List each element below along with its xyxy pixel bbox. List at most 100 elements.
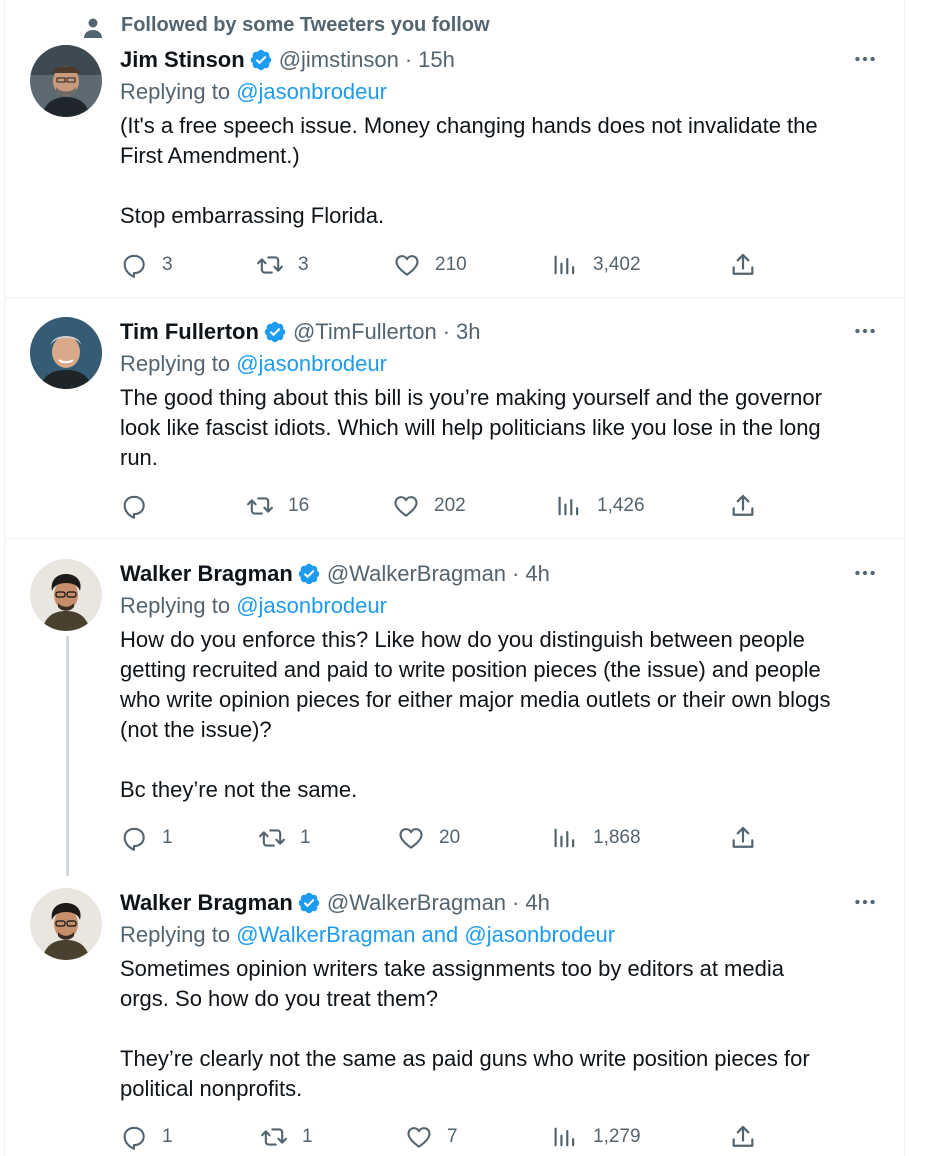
- like-count: 20: [439, 827, 461, 848]
- display-name[interactable]: Walker Bragman: [120, 561, 293, 587]
- share-button[interactable]: [729, 491, 757, 521]
- separator-dot: ·: [512, 561, 520, 586]
- share-icon: [729, 1123, 757, 1151]
- replying-to-link[interactable]: @jasonbrodeur: [236, 593, 387, 618]
- views-button[interactable]: 1,868: [551, 823, 641, 853]
- tweet-text: Sometimes opinion writers take assignmen…: [120, 956, 810, 1101]
- reply-button[interactable]: 3: [120, 250, 173, 280]
- verified-badge-icon: [263, 320, 287, 344]
- handle[interactable]: @jimstinson: [279, 47, 399, 73]
- views-button[interactable]: 1,279: [551, 1122, 641, 1152]
- verified-badge-icon: [249, 48, 273, 72]
- replying-to: Replying to @jasonbrodeur: [120, 351, 387, 377]
- verified-badge-icon: [297, 562, 321, 586]
- retweet-icon: [246, 492, 274, 520]
- reply-button[interactable]: 1: [120, 1122, 173, 1152]
- share-button[interactable]: [729, 1122, 757, 1152]
- handle[interactable]: @TimFullerton: [293, 319, 437, 345]
- avatar[interactable]: [30, 317, 102, 389]
- views-icon: [551, 1123, 579, 1151]
- tweet-header: Jim Stinson @jimstinson · 15h: [120, 45, 455, 75]
- replying-to-link[interactable]: @WalkerBragman and @jasonbrodeur: [236, 922, 615, 947]
- retweet-button[interactable]: 1: [260, 1122, 313, 1152]
- timestamp[interactable]: 4h: [525, 561, 549, 587]
- reply-icon: [120, 1123, 148, 1151]
- like-count: 210: [435, 254, 467, 275]
- tweet[interactable]: Walker Bragman @WalkerBragman · 4h Reply…: [5, 869, 904, 1156]
- share-icon: [729, 251, 757, 279]
- views-button[interactable]: 1,426: [555, 491, 645, 521]
- retweet-icon: [260, 1123, 288, 1151]
- person-icon: [84, 18, 102, 38]
- timestamp[interactable]: 3h: [456, 319, 480, 345]
- social-context-text: Followed by some Tweeters you follow: [121, 14, 490, 36]
- avatar[interactable]: [30, 45, 102, 117]
- like-icon: [397, 824, 425, 852]
- tweet-text: How do you enforce this? Like how do you…: [120, 627, 831, 802]
- views-button[interactable]: 3,402: [551, 250, 641, 280]
- reply-icon: [120, 251, 148, 279]
- reply-count: 3: [162, 254, 173, 275]
- replying-prefix: Replying to: [120, 922, 231, 947]
- views-icon: [555, 492, 583, 520]
- avatar[interactable]: [30, 888, 102, 960]
- display-name[interactable]: Jim Stinson: [120, 47, 245, 73]
- reply-button[interactable]: [120, 491, 162, 521]
- more-icon[interactable]: [852, 889, 878, 915]
- reply-button[interactable]: 1: [120, 823, 173, 853]
- replying-prefix: Replying to: [120, 593, 231, 618]
- more-icon[interactable]: [852, 560, 878, 586]
- more-icon[interactable]: [852, 318, 878, 344]
- timestamp[interactable]: 4h: [525, 890, 549, 916]
- tweet-header: Tim Fullerton @TimFullerton · 3h: [120, 317, 481, 347]
- replying-to-link[interactable]: @jasonbrodeur: [236, 351, 387, 376]
- tweet-text: (It's a free speech issue. Money changin…: [120, 113, 818, 228]
- share-button[interactable]: [729, 250, 757, 280]
- display-name[interactable]: Walker Bragman: [120, 890, 293, 916]
- reply-icon: [120, 824, 148, 852]
- tweet-text: The good thing about this bill is you’re…: [120, 385, 822, 470]
- retweet-button[interactable]: 1: [258, 823, 311, 853]
- retweet-count: 1: [300, 827, 311, 848]
- retweet-button[interactable]: 16: [246, 491, 309, 521]
- views-count: 1,426: [597, 495, 645, 516]
- separator-dot: ·: [404, 47, 413, 72]
- replying-to: Replying to @jasonbrodeur: [120, 593, 387, 619]
- display-name[interactable]: Tim Fullerton: [120, 319, 259, 345]
- handle[interactable]: @WalkerBragman: [327, 561, 506, 587]
- share-icon: [729, 824, 757, 852]
- timeline-column: Followed by some Tweeters you follow Jim…: [4, 0, 905, 1156]
- retweet-button[interactable]: 3: [256, 250, 309, 280]
- like-button[interactable]: 7: [405, 1122, 458, 1152]
- like-icon: [393, 251, 421, 279]
- like-button[interactable]: 210: [393, 250, 467, 280]
- like-icon: [392, 492, 420, 520]
- reply-count: 1: [162, 1126, 173, 1147]
- handle[interactable]: @WalkerBragman: [327, 890, 506, 916]
- share-button[interactable]: [729, 823, 757, 853]
- replying-to-link[interactable]: @jasonbrodeur: [236, 79, 387, 104]
- avatar[interactable]: [30, 559, 102, 631]
- tweet[interactable]: Walker Bragman @WalkerBragman · 4h Reply…: [5, 539, 904, 869]
- retweet-icon: [258, 824, 286, 852]
- retweet-count: 1: [302, 1126, 313, 1147]
- replying-prefix: Replying to: [120, 79, 231, 104]
- tweet[interactable]: Followed by some Tweeters you follow Jim…: [5, 0, 904, 297]
- like-button[interactable]: 202: [392, 491, 466, 521]
- replying-prefix: Replying to: [120, 351, 231, 376]
- tweet[interactable]: Tim Fullerton @TimFullerton · 3h Replyin…: [5, 298, 904, 538]
- tweet-header: Walker Bragman @WalkerBragman · 4h: [120, 559, 550, 589]
- separator-dot: ·: [442, 319, 451, 344]
- views-icon: [551, 251, 579, 279]
- tweet-header: Walker Bragman @WalkerBragman · 4h: [120, 888, 550, 918]
- timestamp[interactable]: 15h: [418, 47, 455, 73]
- replying-to: Replying to @WalkerBragman and @jasonbro…: [120, 922, 615, 948]
- views-count: 1,279: [593, 1126, 641, 1147]
- views-count: 1,868: [593, 827, 641, 848]
- retweet-icon: [256, 251, 284, 279]
- like-icon: [405, 1123, 433, 1151]
- like-button[interactable]: 20: [397, 823, 460, 853]
- separator-dot: ·: [512, 890, 520, 915]
- views-icon: [551, 824, 579, 852]
- more-icon[interactable]: [852, 46, 878, 72]
